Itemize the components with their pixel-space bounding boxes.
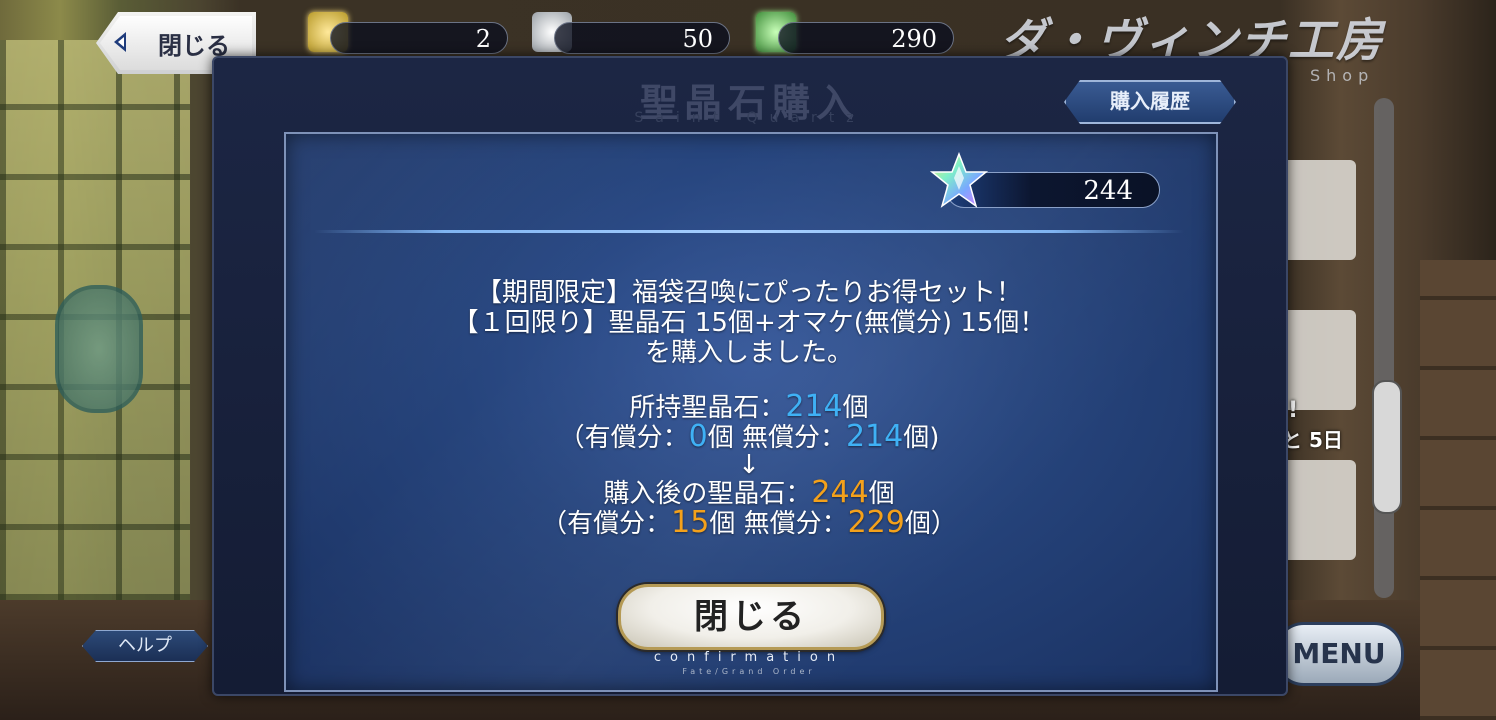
saint-quartz-icon — [929, 152, 989, 208]
close-button[interactable]: 閉じる — [618, 584, 884, 650]
confirmation-caption: confirmation — [653, 650, 845, 665]
peek-days-left: と 5日 — [1282, 428, 1343, 452]
shop-scrollbar-track — [1374, 98, 1394, 598]
green-fou-count: 290 — [778, 22, 954, 54]
right-shelf — [1420, 260, 1496, 720]
before-free-label: 個 無償分： — [707, 423, 846, 453]
message-line-3: を購入しました。 — [644, 338, 853, 368]
after-paid-label: （有償分： — [541, 509, 672, 539]
shop-scrollbar-thumb — [1372, 380, 1402, 514]
panel-divider — [314, 230, 1184, 233]
message-line-1: 【期間限定】福袋召喚にぴったりお得セット！ — [475, 278, 1022, 308]
before-breakdown-line: （有償分：0個 無償分：214個) — [284, 419, 1214, 454]
before-free-value: 214 — [845, 419, 904, 454]
window-emblem — [55, 285, 143, 413]
shop-subtitle: Shop — [1310, 66, 1375, 85]
help-button[interactable]: ヘルプ — [82, 630, 208, 662]
after-paid-value: 15 — [671, 505, 710, 540]
message-line-2: 【１回限り】聖晶石 15個+オマケ(無償分) 15個！ — [452, 308, 1046, 338]
back-arrow-icon — [114, 32, 126, 52]
peek-exclaim: ! — [1288, 398, 1299, 423]
before-paid-label: （有償分： — [558, 423, 689, 453]
after-breakdown-line: （有償分：15個 無償分：229個） — [284, 505, 1214, 540]
purchase-history-button[interactable]: 購入履歴 — [1064, 80, 1236, 124]
after-free-label: 個 無償分： — [709, 509, 848, 539]
silver-fou-count: 50 — [554, 22, 730, 54]
after-total-line: 購入後の聖晶石：244個 — [284, 478, 1214, 510]
fgo-caption: Fate/Grand Order — [682, 667, 816, 676]
before-close: 個) — [903, 423, 940, 453]
menu-button[interactable]: MENU — [1274, 622, 1404, 686]
before-total-value: 214 — [785, 389, 843, 424]
after-close: 個） — [904, 509, 957, 539]
before-paid-value: 0 — [688, 419, 708, 454]
gold-fou-count: 2 — [330, 22, 508, 54]
after-free-value: 229 — [847, 505, 905, 540]
before-total-line: 所持聖晶石：214個 — [284, 389, 1214, 424]
down-arrow: ↓ — [738, 450, 760, 480]
